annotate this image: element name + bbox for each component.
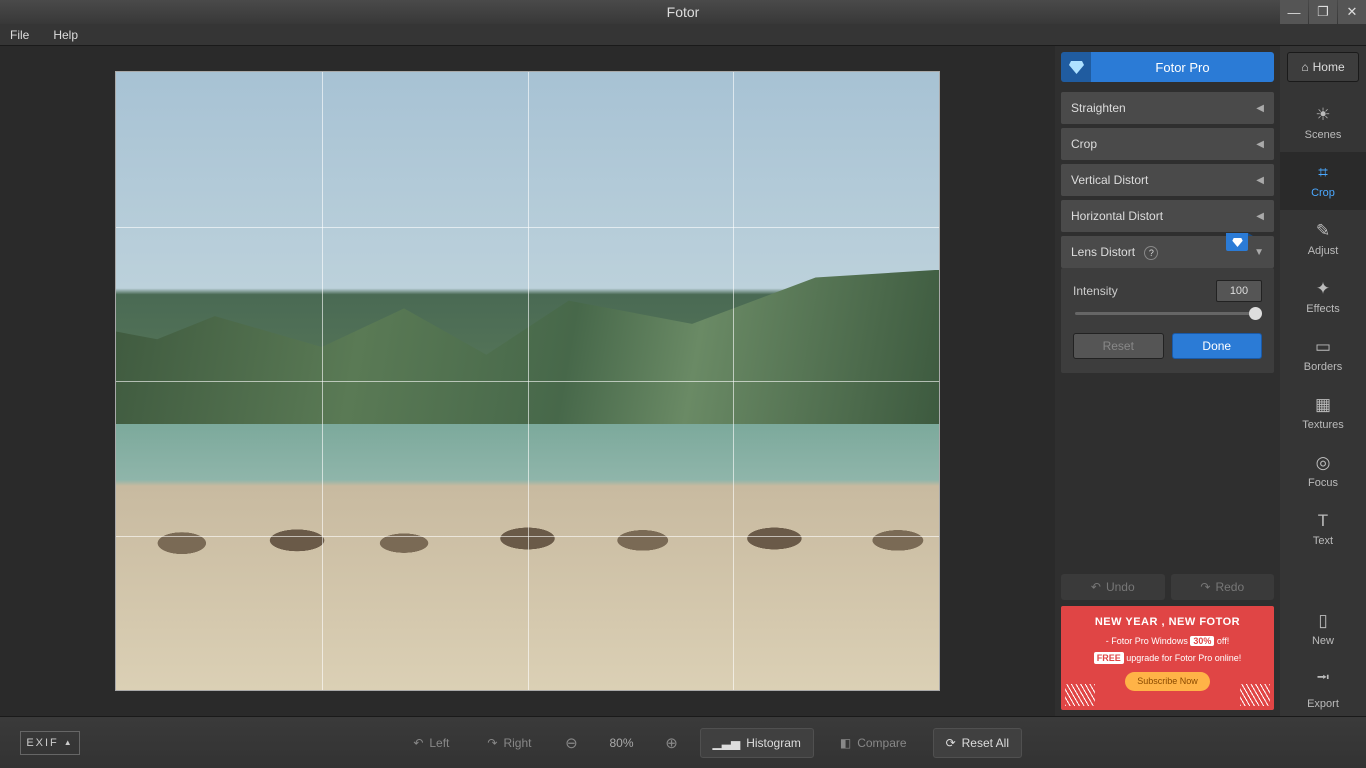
promo-banner[interactable]: NEW YEAR , NEW FOTOR - Fotor Pro Windows… [1061,606,1274,710]
zoom-out-button[interactable]: ⊖ [557,729,585,757]
intensity-input[interactable] [1216,280,1262,302]
fotor-pro-button[interactable]: Fotor Pro [1061,52,1274,82]
focus-icon: ◎ [1316,453,1331,473]
redo-label: Redo [1215,580,1244,594]
promo-headline: NEW YEAR , NEW FOTOR [1069,614,1266,631]
tool-crop[interactable]: ⌗Crop [1280,152,1366,210]
lens-distort-body: Intensity Reset Done [1061,268,1274,373]
panel-lens-distort[interactable]: Lens Distort ? ▼ [1061,236,1274,268]
zoom-in-button[interactable]: ⊕ [658,729,686,757]
exif-button[interactable]: EXIF ▲ [20,731,80,755]
maximize-button[interactable]: ❐ [1309,0,1337,24]
right-panel: Fotor Pro Straighten ◀ Crop ◀ Vertical D… [1055,46,1280,716]
redo-icon: ↷ [1200,580,1210,594]
main-area: Fotor Pro Straighten ◀ Crop ◀ Vertical D… [0,46,1366,716]
intensity-slider[interactable] [1075,312,1262,315]
tool-effects[interactable]: ✦Effects [1280,268,1366,326]
promo-line2: - Fotor Pro Windows 30% off! [1069,635,1266,649]
app-title: Fotor [667,4,700,20]
menu-help[interactable]: Help [53,28,78,42]
tool-strip: ⌂ Home ☀Scenes ⌗Crop ✎Adjust ✦Effects ▭B… [1280,46,1366,716]
canvas-area [0,46,1055,716]
diamond-icon [1061,52,1091,82]
chevron-up-icon: ▲ [64,738,74,747]
border-icon: ▭ [1315,337,1331,357]
pencil-icon: ✎ [1316,221,1330,241]
done-button[interactable]: Done [1172,333,1263,359]
panel-crop-label: Crop [1071,137,1097,151]
collapse-icon: ◀ [1256,103,1264,114]
tool-new[interactable]: ▯New [1280,600,1366,658]
collapse-icon: ◀ [1256,139,1264,150]
reset-icon: ⟳ [946,736,956,750]
compare-button[interactable]: ◧Compare [828,728,919,758]
tool-borders[interactable]: ▭Borders [1280,326,1366,384]
menu-file[interactable]: File [10,28,29,42]
histogram-icon: ▁▃▅ [713,736,741,750]
panel-horizontal-distort[interactable]: Horizontal Distort ◀ [1061,200,1274,232]
edited-image [116,72,939,690]
home-button[interactable]: ⌂ Home [1287,52,1359,82]
promo-line3: FREE upgrade for Fotor Pro online! [1069,652,1266,666]
texture-icon: ▦ [1315,395,1331,415]
panel-vertical-distort[interactable]: Vertical Distort ◀ [1061,164,1274,196]
bottom-bar: EXIF ▲ ↶Left ↷Right ⊖ 80% ⊕ ▁▃▅Histogram… [0,716,1366,768]
home-label: Home [1313,60,1345,74]
histogram-button[interactable]: ▁▃▅Histogram [700,728,814,758]
fotor-pro-label: Fotor Pro [1091,60,1274,75]
intensity-label: Intensity [1073,284,1118,298]
crop-icon: ⌗ [1318,163,1328,183]
zoom-level: 80% [599,736,643,750]
rotate-right-button[interactable]: ↷Right [475,728,543,758]
undo-button[interactable]: ↶ Undo [1061,574,1165,600]
sun-icon: ☀ [1315,105,1330,125]
image-crop-frame[interactable] [115,71,940,691]
text-icon: T [1318,511,1328,531]
slider-knob[interactable] [1249,307,1262,320]
export-icon: ⭲ [1317,665,1330,694]
tool-export[interactable]: ⭲Export [1280,658,1366,716]
panel-crop[interactable]: Crop ◀ [1061,128,1274,160]
rotate-left-icon: ↶ [413,736,423,750]
undo-label: Undo [1106,580,1135,594]
sparkle-icon: ✦ [1316,279,1330,299]
title-bar: Fotor — ❐ ✕ [0,0,1366,24]
panel-lens-label: Lens Distort [1071,245,1135,259]
redo-button[interactable]: ↷ Redo [1171,574,1275,600]
info-icon[interactable]: ? [1144,246,1158,260]
rotate-right-icon: ↷ [487,736,497,750]
compare-icon: ◧ [840,736,851,750]
reset-all-button[interactable]: ⟳Reset All [933,728,1022,758]
rotate-left-button[interactable]: ↶Left [401,728,461,758]
pro-badge-icon [1226,233,1248,251]
collapse-icon: ◀ [1256,175,1264,186]
tool-adjust[interactable]: ✎Adjust [1280,210,1366,268]
tool-focus[interactable]: ◎Focus [1280,442,1366,500]
collapse-icon: ◀ [1256,211,1264,222]
expand-icon: ▼ [1254,247,1264,258]
panel-straighten[interactable]: Straighten ◀ [1061,92,1274,124]
minimize-button[interactable]: — [1280,0,1308,24]
reset-button[interactable]: Reset [1073,333,1164,359]
menu-bar: File Help [0,24,1366,46]
tool-textures[interactable]: ▦Textures [1280,384,1366,442]
tool-scenes[interactable]: ☀Scenes [1280,94,1366,152]
close-button[interactable]: ✕ [1338,0,1366,24]
file-icon: ▯ [1318,611,1327,631]
panel-hdistort-label: Horizontal Distort [1071,209,1163,223]
home-icon: ⌂ [1301,60,1308,74]
panel-vdistort-label: Vertical Distort [1071,173,1148,187]
undo-icon: ↶ [1091,580,1101,594]
promo-subscribe-button[interactable]: Subscribe Now [1125,672,1210,692]
tool-text[interactable]: TText [1280,500,1366,558]
window-controls: — ❐ ✕ [1279,0,1366,24]
panel-straighten-label: Straighten [1071,101,1126,115]
